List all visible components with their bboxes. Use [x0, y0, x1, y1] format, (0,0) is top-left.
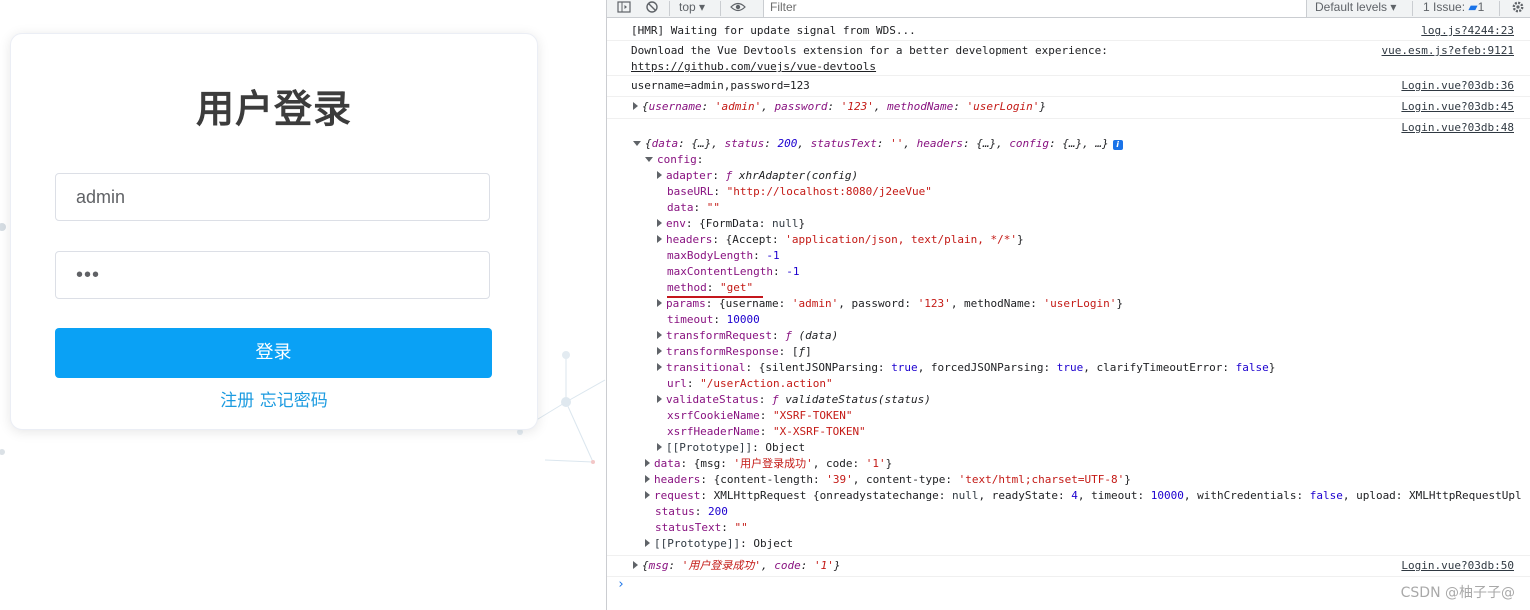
console-message: username=admin,password=123 Login.vue?03… [607, 76, 1530, 97]
log-text: [HMR] Waiting for update signal from WDS… [631, 24, 916, 37]
expand-triangle-icon[interactable] [633, 561, 638, 569]
watermark: CSDN @柚子子@ [1400, 585, 1515, 601]
issues-label: 1 Issue: [1423, 0, 1466, 14]
object-preview[interactable]: {msg: '用户登录成功', code: '1'} [633, 558, 841, 574]
clear-console-icon[interactable] [645, 0, 659, 17]
devtools-console: top ▾ Filter Default levels ▾ 1 Issue: ▰… [606, 0, 1530, 610]
expand-triangle-icon[interactable] [645, 459, 650, 467]
password-input[interactable]: ••• [55, 251, 490, 299]
collapse-triangle-icon[interactable] [633, 141, 641, 146]
expand-triangle-icon[interactable] [657, 171, 662, 179]
tree-node[interactable]: request: XMLHttpRequest {onreadystatecha… [645, 488, 1522, 504]
settings-gear-icon[interactable] [1511, 0, 1525, 17]
tree-node: maxContentLength: -1 [667, 265, 800, 278]
tree-node[interactable]: adapter: ƒ xhrAdapter(config) [657, 168, 858, 184]
log-levels-label: Default levels [1315, 0, 1388, 14]
tree-node: xsrfHeaderName: "X-XSRF-TOKEN" [667, 425, 866, 438]
tree-node: statusText: "" [655, 521, 748, 534]
login-page: 用户登录 admin ••• 登录 注册 忘记密码 [0, 0, 606, 610]
tree-node[interactable]: transformRequest: ƒ (data) [657, 328, 838, 344]
source-link[interactable]: Login.vue?03db:48 [1401, 120, 1514, 136]
console-message: {msg: '用户登录成功', code: '1'} Login.vue?03d… [607, 556, 1530, 577]
sidebar-toggle-icon[interactable] [617, 0, 631, 17]
log-levels-dropdown[interactable]: Default levels ▾ [1315, 0, 1396, 17]
expand-triangle-icon[interactable] [657, 363, 662, 371]
tree-node[interactable]: [[Prototype]]: Object [645, 536, 793, 552]
issues-counter[interactable]: 1 Issue: ▰1 [1423, 0, 1484, 17]
tree-node[interactable]: transformResponse: [ƒ] [657, 344, 812, 360]
tree-node[interactable]: headers: {content-length: '39', content-… [645, 472, 1131, 488]
console-message: Download the Vue Devtools extension for … [607, 41, 1530, 76]
tree-node[interactable]: params: {username: 'admin', password: '1… [657, 296, 1123, 312]
login-button[interactable]: 登录 [55, 328, 492, 378]
devtools-link[interactable]: https://github.com/vuejs/vue-devtools [631, 59, 876, 75]
log-text: username=admin,password=123 [631, 79, 810, 92]
tree-node: baseURL: "http://localhost:8080/j2eeVue" [667, 185, 932, 198]
expand-triangle-icon[interactable] [645, 475, 650, 483]
source-link[interactable]: vue.esm.js?efeb:9121 [1382, 43, 1514, 59]
toolbar-separator [669, 1, 670, 16]
expand-triangle-icon[interactable] [657, 299, 662, 307]
console-toolbar: top ▾ Filter Default levels ▾ 1 Issue: ▰… [607, 0, 1530, 18]
tree-node[interactable]: config: [645, 152, 703, 168]
expand-triangle-icon[interactable] [657, 235, 662, 243]
source-link[interactable]: Login.vue?03db:50 [1401, 558, 1514, 574]
tree-node: method: "get" [667, 281, 754, 294]
toolbar-separator [1499, 1, 1500, 16]
source-link[interactable]: log.js?4244:23 [1421, 23, 1514, 39]
expand-triangle-icon[interactable] [657, 395, 662, 403]
context-label: top [679, 0, 696, 14]
tree-node: url: "/userAction.action" [667, 377, 833, 390]
collapse-triangle-icon[interactable] [645, 157, 653, 162]
tree-node[interactable]: validateStatus: ƒ validateStatus(status) [657, 392, 931, 408]
tree-node[interactable]: env: {FormData: null} [657, 216, 805, 232]
expand-triangle-icon[interactable] [633, 102, 638, 110]
expand-triangle-icon[interactable] [645, 491, 650, 499]
tree-node: status: 200 [655, 505, 728, 518]
info-icon: i [1112, 140, 1123, 150]
auth-links: 注册 忘记密码 [11, 386, 537, 411]
tree-node: timeout: 10000 [667, 313, 760, 326]
tree-node[interactable]: data: {msg: '用户登录成功', code: '1'} [645, 456, 892, 472]
issues-count: 1 [1477, 0, 1485, 14]
register-link[interactable]: 注册 [220, 391, 254, 411]
console-message: [HMR] Waiting for update signal from WDS… [607, 18, 1530, 41]
object-preview[interactable]: {data: {…}, status: 200, statusText: '',… [633, 136, 1123, 152]
tree-node[interactable]: [[Prototype]]: Object [657, 440, 805, 456]
tree-node: xsrfCookieName: "XSRF-TOKEN" [667, 409, 853, 422]
expand-triangle-icon[interactable] [657, 347, 662, 355]
username-input[interactable]: admin [55, 173, 490, 221]
issue-message-icon: ▰ [1468, 0, 1478, 14]
tree-node[interactable]: transitional: {silentJSONParsing: true, … [657, 360, 1275, 376]
tree-node: maxBodyLength: -1 [667, 249, 780, 262]
source-link[interactable]: Login.vue?03db:45 [1401, 99, 1514, 115]
console-prompt-icon[interactable]: › [617, 577, 625, 592]
console-message: {username: 'admin', password: '123', met… [607, 97, 1530, 119]
tree-node: data: "" [667, 201, 720, 214]
log-text: Download the Vue Devtools extension for … [631, 44, 1108, 57]
forgot-password-link[interactable]: 忘记密码 [260, 391, 328, 411]
context-selector[interactable]: top ▾ [679, 0, 705, 17]
expand-triangle-icon[interactable] [657, 331, 662, 339]
expand-triangle-icon[interactable] [657, 443, 662, 451]
live-expression-eye-icon[interactable] [730, 0, 746, 17]
console-message: Login.vue?03db:48 {data: {…}, status: 20… [607, 119, 1530, 556]
filter-input[interactable]: Filter [763, 0, 1307, 17]
tree-node[interactable]: headers: {Accept: 'application/json, tex… [657, 232, 1024, 248]
console-messages: [HMR] Waiting for update signal from WDS… [607, 18, 1530, 610]
login-title: 用户登录 [195, 87, 352, 131]
login-card: 用户登录 admin ••• 登录 注册 忘记密码 [10, 33, 538, 430]
toolbar-separator [720, 1, 721, 16]
expand-triangle-icon[interactable] [657, 219, 662, 227]
object-preview[interactable]: {username: 'admin', password: '123', met… [633, 99, 1046, 115]
expand-triangle-icon[interactable] [645, 539, 650, 547]
source-link[interactable]: Login.vue?03db:36 [1401, 78, 1514, 94]
toolbar-separator [1412, 1, 1413, 16]
